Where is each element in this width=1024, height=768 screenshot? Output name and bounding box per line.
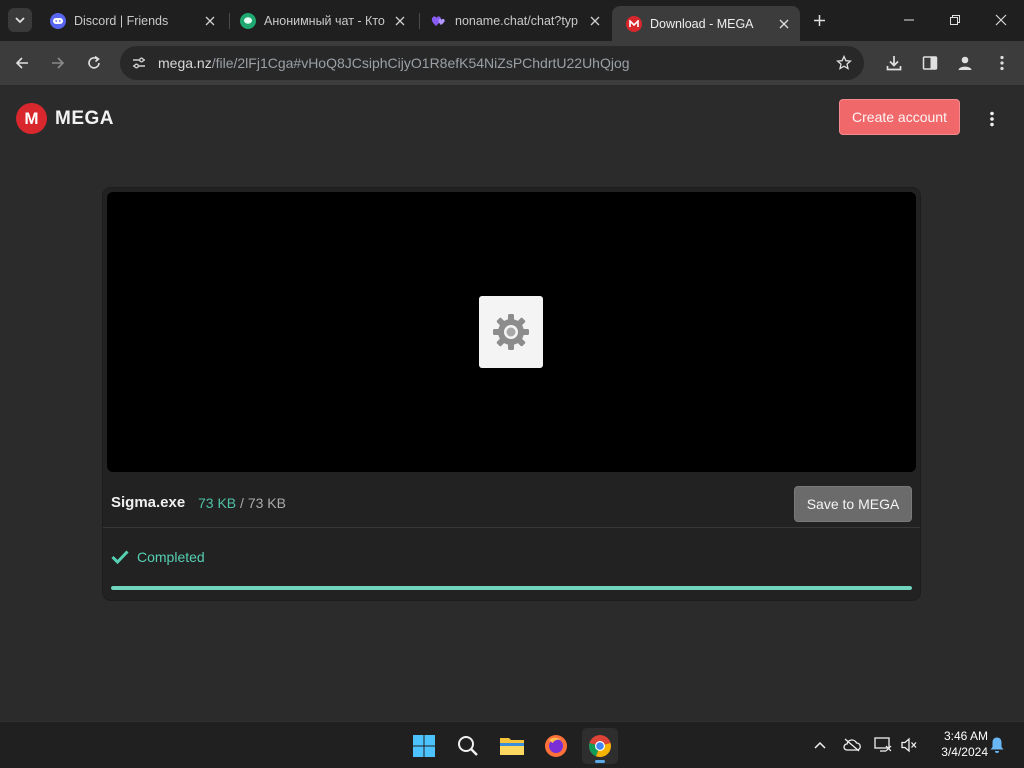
close-window-button[interactable] (978, 0, 1024, 40)
reload-button[interactable] (80, 49, 108, 77)
close-icon[interactable] (202, 13, 218, 29)
arrow-right-icon (52, 57, 65, 69)
chevron-down-icon (15, 17, 25, 24)
search-icon[interactable] (450, 728, 486, 764)
download-status: Completed (111, 548, 205, 566)
chrome-icon[interactable] (582, 728, 618, 764)
new-tab-button[interactable] (808, 9, 830, 31)
plus-icon (813, 14, 825, 26)
status-text: Completed (137, 549, 205, 565)
browser-tab-strip: Discord | Friends Анонимный чат - Кто no… (0, 0, 1024, 41)
executable-file-icon (479, 296, 543, 368)
download-progress-bar (111, 586, 912, 590)
tab-title: Download - MEGA (650, 16, 754, 31)
close-icon[interactable] (587, 13, 603, 29)
restore-button[interactable] (932, 0, 978, 40)
more-vert-icon (1000, 55, 1004, 71)
mega-logo-badge: M (16, 103, 47, 134)
create-account-button[interactable]: Create account (839, 99, 960, 135)
firefox-icon[interactable] (538, 728, 574, 764)
side-panel-icon (922, 56, 938, 70)
windows-start-icon[interactable] (406, 728, 442, 764)
forward-button[interactable] (44, 49, 72, 77)
restore-icon (950, 15, 960, 25)
checkmark-icon (111, 548, 129, 566)
download-icon (886, 56, 902, 71)
progress-fill (111, 586, 912, 590)
tab-mega-download[interactable]: Download - MEGA (612, 6, 800, 41)
profile-button[interactable] (952, 50, 978, 76)
address-bar[interactable]: mega.nz/file/2lFj1Cga#vHoQ8JCsiphCijyO1R… (120, 46, 864, 80)
page-menu-button[interactable] (980, 107, 1004, 131)
system-clock[interactable]: 3:46 AM 3/4/2024 (928, 728, 988, 760)
tab-title: Discord | Friends (74, 14, 169, 28)
clock-date: 3/4/2024 (941, 745, 988, 759)
mega-page: M MEGA Create account Sigma.exe 73 KB / … (0, 87, 1024, 721)
minimize-icon (904, 19, 914, 21)
download-card: Sigma.exe 73 KB / 73 KB Save to MEGA Com… (103, 188, 920, 600)
file-name: Sigma.exe (111, 494, 186, 511)
url-host: mega.nz (158, 55, 212, 71)
mega-logo[interactable]: M MEGA (16, 103, 114, 134)
tab-discord[interactable]: Discord | Friends (36, 6, 226, 36)
tab-search-button[interactable] (8, 8, 32, 32)
close-icon (995, 14, 1007, 26)
browser-toolbar: mega.nz/file/2lFj1Cga#vHoQ8JCsiphCijyO1R… (0, 41, 1024, 86)
file-info-row: Sigma.exe 73 KB / 73 KB Save to MEGA (103, 476, 920, 528)
gear-icon (493, 314, 529, 350)
tab-title: noname.chat/chat?typ (455, 14, 578, 28)
hearts-icon (431, 13, 447, 29)
site-info-icon[interactable] (122, 46, 156, 80)
arrow-left-icon (15, 57, 28, 69)
minimize-button[interactable] (886, 0, 932, 40)
tab-noname-chat[interactable]: noname.chat/chat?typ (417, 6, 611, 36)
reload-icon (88, 55, 100, 69)
save-to-mega-button[interactable]: Save to MEGA (794, 486, 912, 522)
clock-time: 3:46 AM (943, 729, 988, 743)
close-icon[interactable] (776, 16, 792, 32)
mega-logo-text: MEGA (55, 107, 114, 129)
volume-muted-icon[interactable] (898, 734, 920, 756)
network-icon[interactable] (872, 734, 894, 756)
file-preview (107, 192, 916, 472)
windows-taskbar: 3:46 AM 3/4/2024 (0, 721, 1024, 768)
onedrive-offline-icon[interactable] (841, 734, 863, 756)
mega-icon (626, 15, 642, 32)
downloads-button[interactable] (881, 50, 907, 76)
bookmark-star-icon[interactable] (834, 53, 854, 73)
tab-title: Анонимный чат - Кто (264, 14, 385, 28)
chat-bubble-icon (240, 13, 256, 29)
total-size: 73 KB (247, 495, 286, 511)
address-url: mega.nz/file/2lFj1Cga#vHoQ8JCsiphCijyO1R… (158, 55, 630, 71)
browser-menu-button[interactable] (989, 50, 1015, 76)
more-vert-icon (990, 111, 994, 127)
discord-icon (50, 13, 66, 29)
url-path: /file/2lFj1Cga#vHoQ8JCsiphCijyO1R8efK54N… (211, 55, 630, 71)
notification-bell-icon[interactable] (986, 734, 1008, 756)
file-size: 73 KB / 73 KB (198, 495, 286, 511)
file-explorer-icon[interactable] (494, 728, 530, 764)
side-panel-button[interactable] (917, 50, 943, 76)
size-separator: / (240, 495, 244, 511)
back-button[interactable] (8, 49, 36, 77)
downloaded-size: 73 KB (198, 495, 237, 511)
profile-icon (958, 56, 972, 70)
chevron-up-icon[interactable] (809, 734, 831, 756)
tab-anon-chat[interactable]: Анонимный чат - Кто (226, 6, 416, 36)
active-indicator (595, 760, 605, 763)
close-icon[interactable] (392, 13, 408, 29)
